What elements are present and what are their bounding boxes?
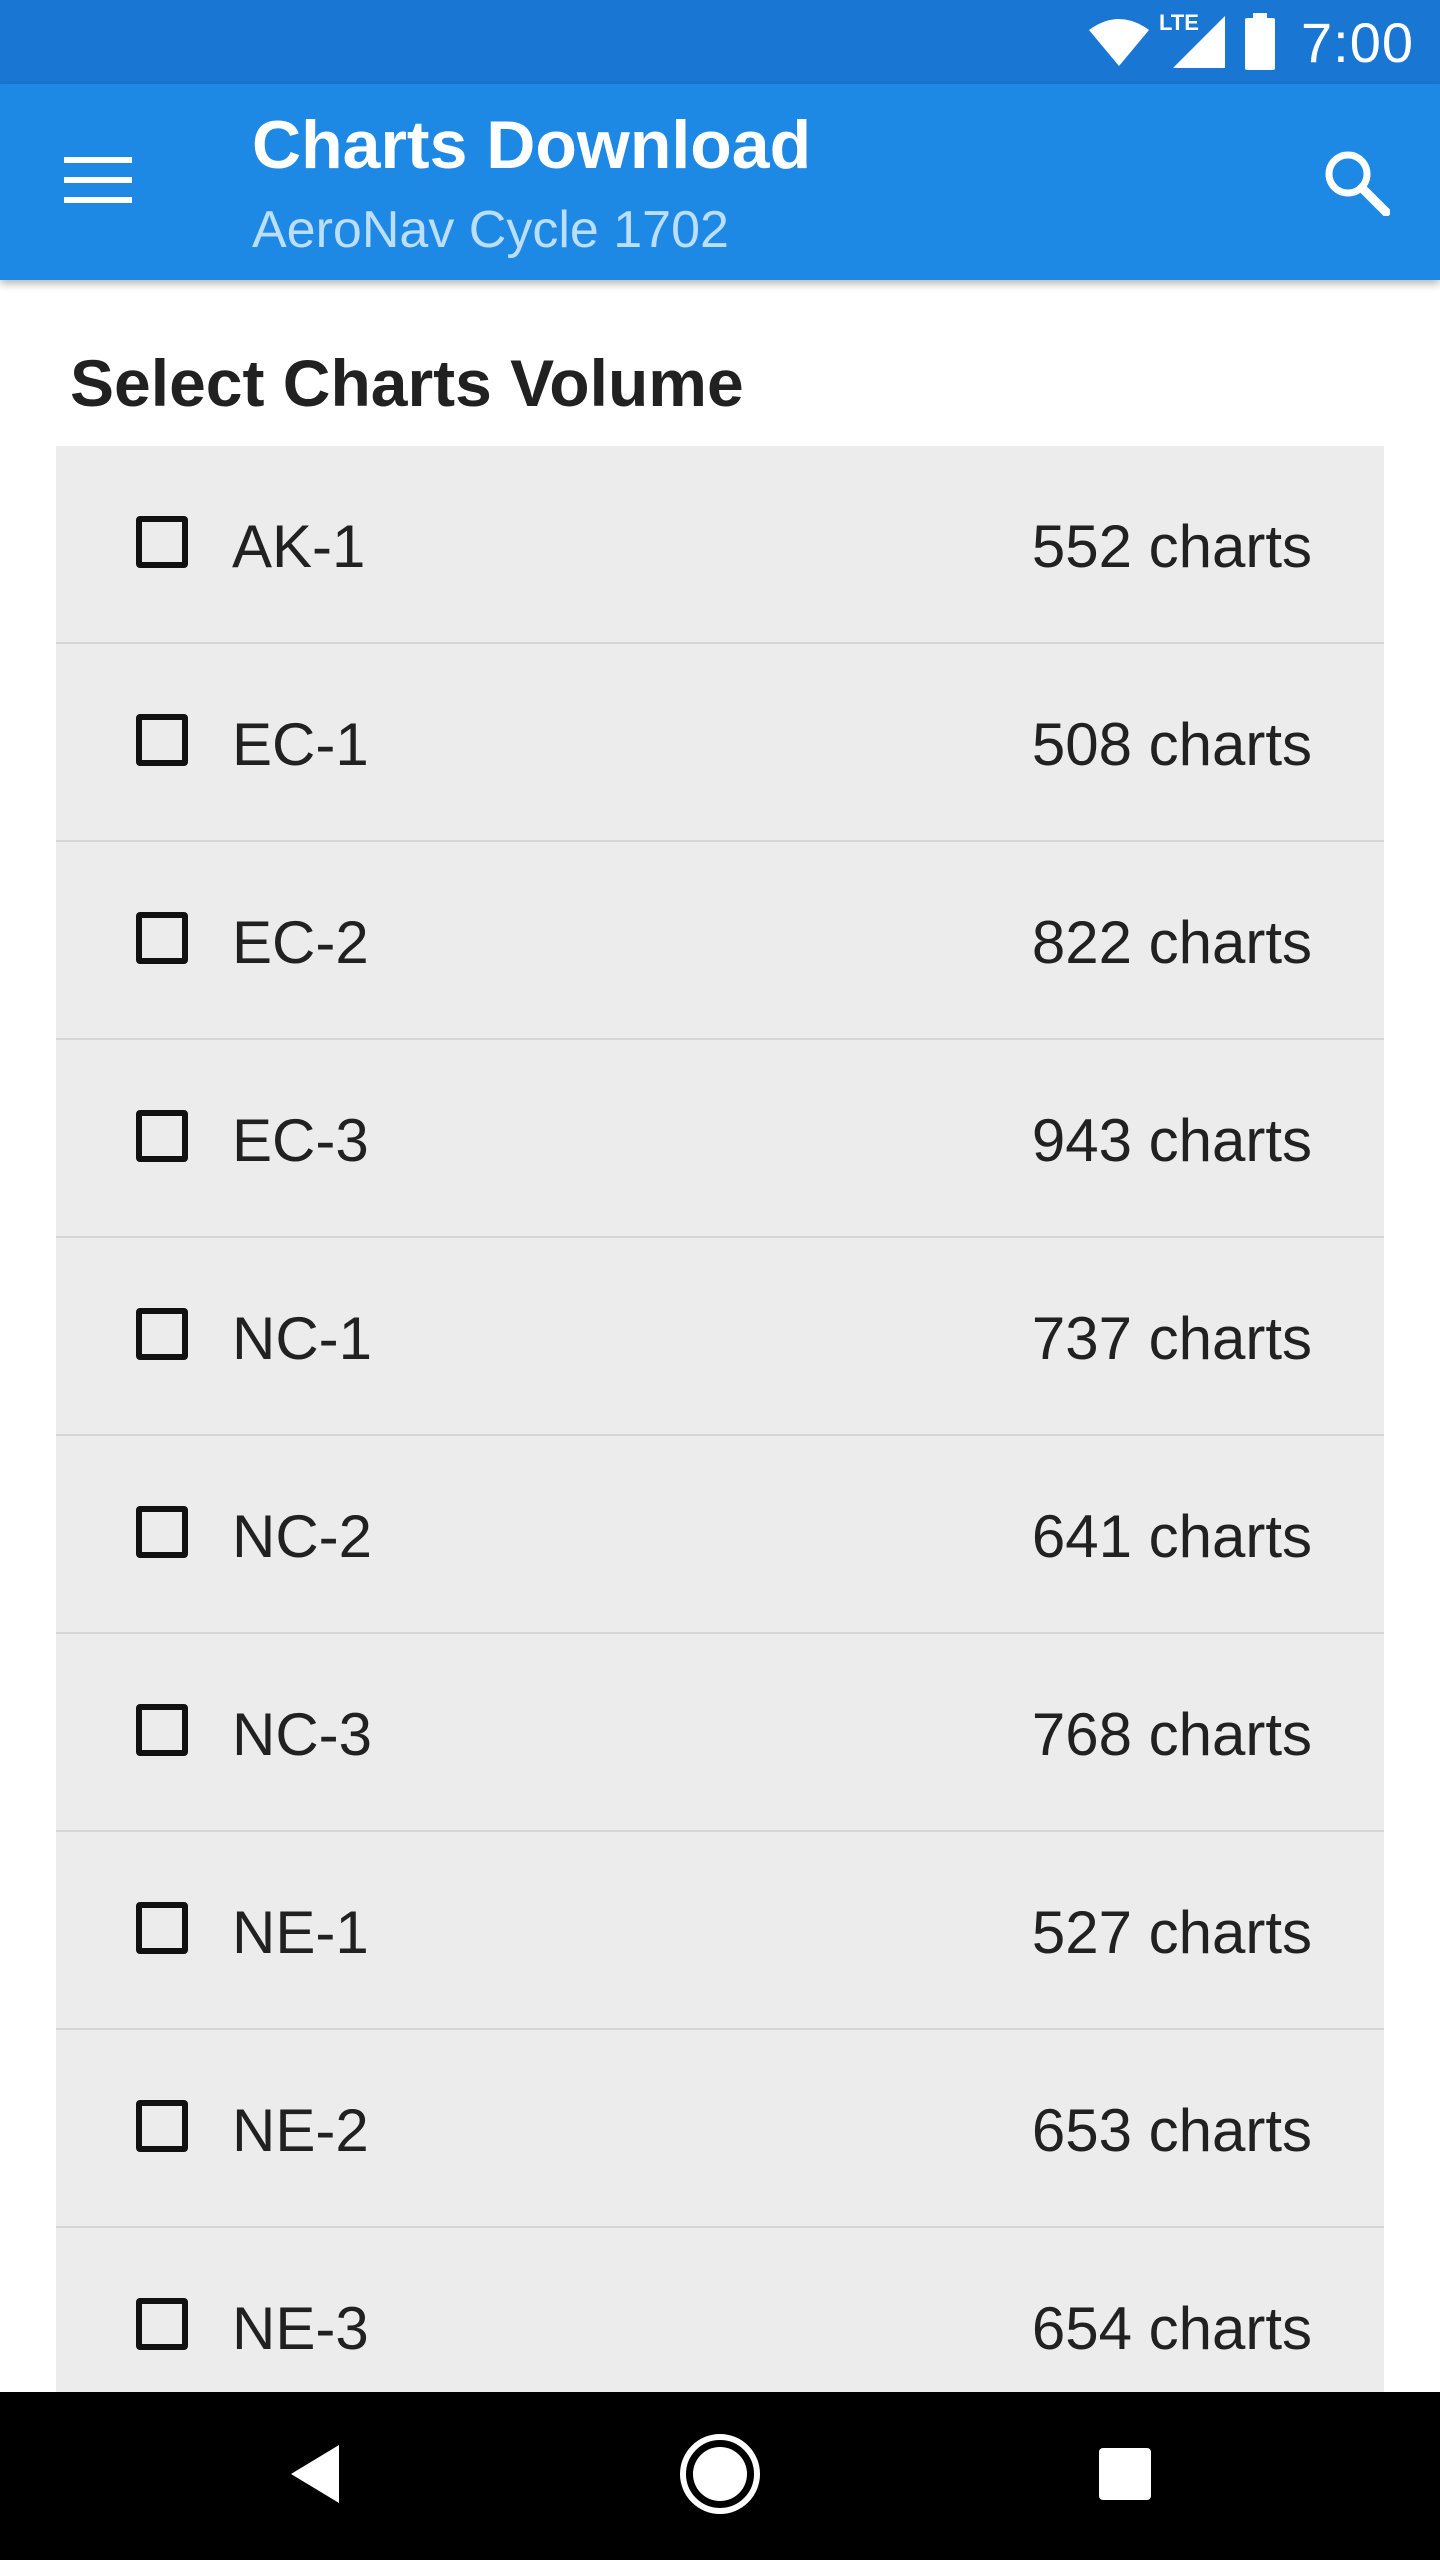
home-button[interactable]: [670, 2426, 770, 2526]
volume-name: AK-1: [232, 513, 366, 580]
volume-row[interactable]: NE-1 527 charts: [56, 1832, 1384, 2030]
volume-row[interactable]: NC-1 737 charts: [56, 1238, 1384, 1436]
volume-name: NE-2: [232, 2097, 369, 2164]
volume-name: NC-3: [232, 1701, 373, 1768]
app-bar: Charts Download AeroNav Cycle 1702: [0, 84, 1440, 280]
home-icon: [678, 2432, 762, 2521]
volume-row[interactable]: EC-1 508 charts: [56, 644, 1384, 842]
volume-chart-count: 737 charts: [1031, 1305, 1312, 1372]
volume-chart-count: 654 charts: [1031, 2295, 1312, 2362]
volume-checkbox[interactable]: [136, 1110, 188, 1162]
volume-chart-count: 653 charts: [1031, 2097, 1312, 2164]
volume-row[interactable]: NE-3 654 charts: [56, 2228, 1384, 2392]
volume-name: NC-2: [232, 1503, 373, 1570]
volume-checkbox[interactable]: [136, 912, 188, 964]
volume-checkbox[interactable]: [136, 1704, 188, 1756]
app-title: Charts Download: [252, 107, 812, 183]
volume-row[interactable]: AK-1 552 charts: [56, 446, 1384, 644]
volume-checkbox[interactable]: [136, 2100, 188, 2152]
status-bar: LTE 7:00: [0, 0, 1440, 84]
volume-checkbox[interactable]: [136, 516, 188, 568]
volume-checkbox[interactable]: [136, 2298, 188, 2350]
battery-icon: [1243, 13, 1277, 71]
volume-name: EC-2: [232, 909, 369, 976]
lte-signal-icon: LTE: [1159, 10, 1229, 72]
volume-name: NC-1: [232, 1305, 373, 1372]
recents-button[interactable]: [1075, 2426, 1175, 2526]
volume-name: NE-3: [232, 2295, 369, 2362]
recents-icon: [1097, 2446, 1153, 2507]
volume-row[interactable]: NE-2 653 charts: [56, 2030, 1384, 2228]
lte-label: LTE: [1159, 10, 1199, 35]
volume-chart-count: 943 charts: [1031, 1107, 1312, 1174]
volume-row[interactable]: NC-2 641 charts: [56, 1436, 1384, 1634]
volume-row[interactable]: EC-3 943 charts: [56, 1040, 1384, 1238]
volume-name: EC-1: [232, 711, 369, 778]
screen: LTE 7:00 Charts Download AeroNav Cycle 1…: [0, 0, 1440, 2560]
app-subtitle: AeroNav Cycle 1702: [252, 201, 729, 259]
volume-chart-count: 552 charts: [1031, 513, 1312, 580]
status-time: 7:00: [1301, 10, 1414, 74]
volume-name: EC-3: [232, 1107, 369, 1174]
search-button[interactable]: [1308, 136, 1404, 232]
volume-name: NE-1: [232, 1899, 369, 1966]
volume-chart-count: 822 charts: [1031, 909, 1312, 976]
navigation-bar: [0, 2392, 1440, 2560]
volume-checkbox[interactable]: [136, 1506, 188, 1558]
status-icons: LTE 7:00: [1087, 0, 1414, 84]
volume-list: AK-1 552 charts EC-1 508 charts EC-2 822 char…: [56, 446, 1384, 2392]
volume-chart-count: 641 charts: [1031, 1503, 1312, 1570]
volume-row[interactable]: NC-3 768 charts: [56, 1634, 1384, 1832]
section-title: Select Charts Volume: [70, 346, 744, 420]
volume-chart-count: 768 charts: [1031, 1701, 1312, 1768]
volume-chart-count: 508 charts: [1031, 711, 1312, 778]
volume-checkbox[interactable]: [136, 714, 188, 766]
wifi-icon: [1087, 16, 1151, 68]
menu-button[interactable]: [50, 142, 146, 222]
hamburger-menu-icon: [64, 155, 132, 210]
search-icon: [1322, 148, 1393, 221]
volume-checkbox[interactable]: [136, 1902, 188, 1954]
volume-chart-count: 527 charts: [1031, 1899, 1312, 1966]
back-icon: [287, 2443, 343, 2510]
volume-row[interactable]: EC-2 822 charts: [56, 842, 1384, 1040]
back-button[interactable]: [265, 2426, 365, 2526]
volume-checkbox[interactable]: [136, 1308, 188, 1360]
